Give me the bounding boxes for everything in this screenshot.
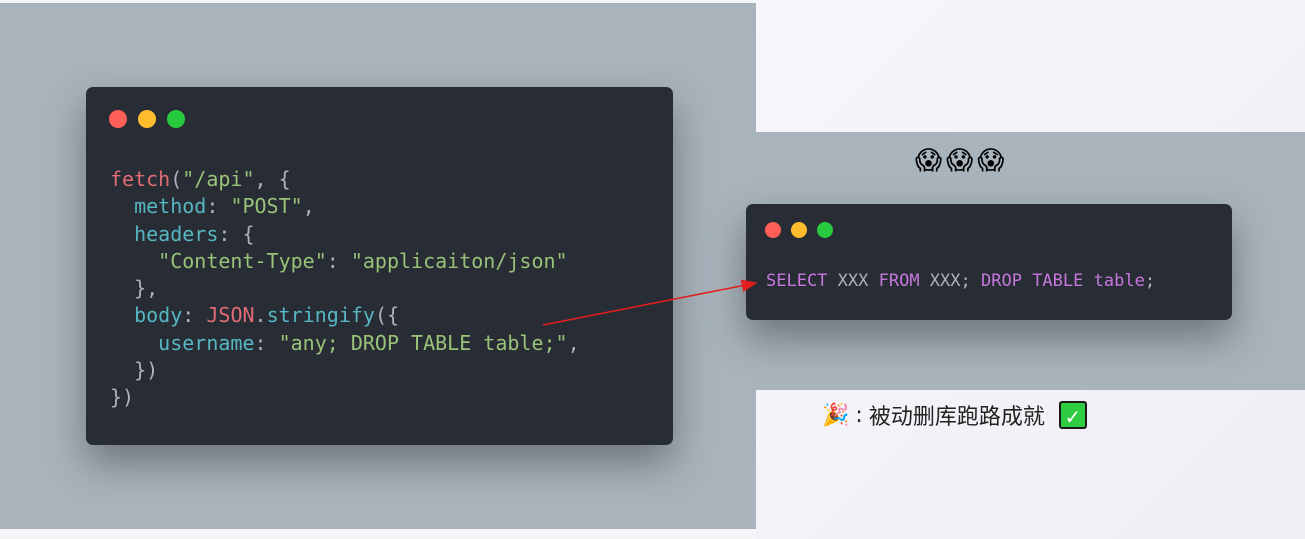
caption-text: 被动删库跑路成就 [868,405,1045,430]
achievement-caption: 🎉 : 被动删库跑路成就 ✓ [822,399,1087,431]
maximize-dot-icon [817,222,833,238]
fetch-code-block: fetch("/api", { method: "POST", headers:… [110,167,580,410]
party-popper-icon: 🎉 [822,402,850,428]
minimize-dot-icon [791,222,807,238]
check-mark-icon: ✓ [1058,401,1087,429]
minimize-dot-icon [138,110,156,128]
window-controls-left [109,110,185,128]
caption-colon: : [855,402,863,428]
close-dot-icon [109,110,127,128]
scared-emoji-row: 😱😱😱 [915,146,1009,176]
window-controls-right [765,222,833,238]
close-dot-icon [765,222,781,238]
maximize-dot-icon [167,110,185,128]
sql-code-block: SELECT XXX FROM XXX; DROP TABLE table; [766,271,1156,291]
